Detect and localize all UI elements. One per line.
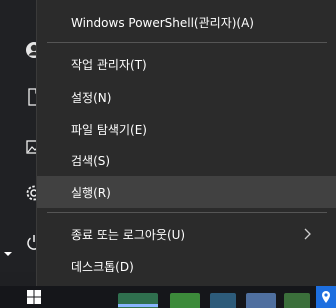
menu-separator bbox=[47, 42, 327, 43]
taskbar-app-2[interactable] bbox=[170, 293, 200, 308]
menu-item-shutdown-signout[interactable]: 종료 또는 로그아웃(U) bbox=[37, 218, 336, 250]
taskbar-app-3[interactable] bbox=[210, 293, 236, 308]
menu-item-file-explorer[interactable]: 파일 탐색기(E) bbox=[37, 113, 336, 145]
menu-item-label: Windows PowerShell(관리자)(A) bbox=[71, 15, 254, 30]
taskbar-app-5[interactable] bbox=[284, 293, 310, 308]
start-button[interactable] bbox=[16, 286, 52, 308]
windows-logo-icon bbox=[27, 290, 41, 304]
menu-item-task-manager[interactable]: 작업 관리자(T) bbox=[37, 48, 336, 80]
menu-item-label: 데스크톱(D) bbox=[71, 259, 134, 274]
menu-separator bbox=[47, 212, 327, 213]
maps-pin-icon[interactable] bbox=[316, 286, 336, 308]
menu-item-label: 설정(N) bbox=[71, 90, 112, 105]
menu-item-desktop[interactable]: 데스크톱(D) bbox=[37, 250, 336, 282]
menu-item-label: 종료 또는 로그아웃(U) bbox=[71, 227, 186, 242]
context-menu: Windows PowerShell(관리자)(A) 작업 관리자(T) 설정(… bbox=[36, 0, 336, 286]
taskbar-running-indicator bbox=[118, 304, 158, 307]
menu-item-label: 검색(S) bbox=[71, 153, 111, 168]
menu-item-label: 파일 탐색기(E) bbox=[71, 122, 147, 137]
taskbar-app-4[interactable] bbox=[246, 293, 276, 308]
chevron-right-icon bbox=[300, 227, 314, 241]
menu-item-label: 작업 관리자(T) bbox=[71, 57, 147, 72]
menu-item-search[interactable]: 검색(S) bbox=[37, 144, 336, 176]
expand-arrow-icon bbox=[4, 252, 12, 256]
menu-item-settings[interactable]: 설정(N) bbox=[37, 81, 336, 113]
menu-item-run[interactable]: 실행(R) bbox=[37, 176, 336, 208]
menu-item-powershell-admin[interactable]: Windows PowerShell(관리자)(A) bbox=[37, 6, 336, 38]
menu-item-label: 실행(R) bbox=[71, 185, 111, 200]
